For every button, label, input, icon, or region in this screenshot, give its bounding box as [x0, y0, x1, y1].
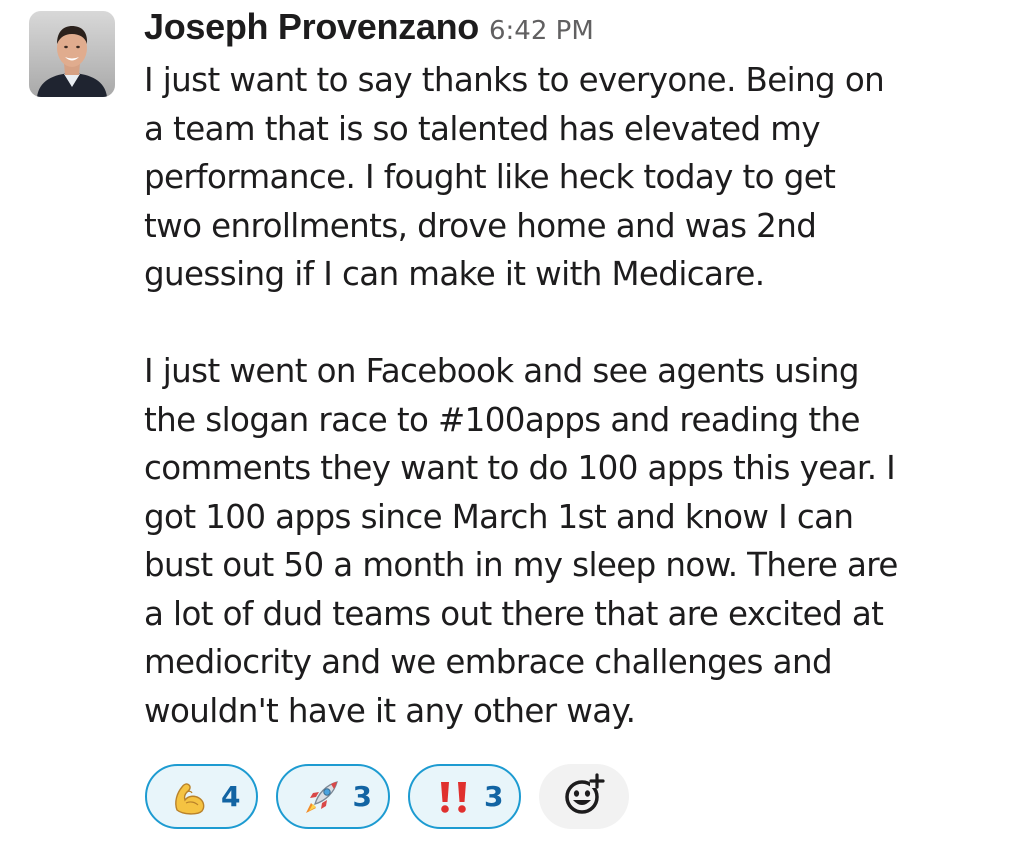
message-content: Joseph Provenzano 6:42 PM I just want to… — [144, 6, 1014, 735]
flexed-biceps-icon — [171, 777, 211, 817]
message-line: performance. I fought like heck today to… — [144, 158, 836, 196]
message-paragraph: I just went on Facebook and see agents u… — [144, 347, 1014, 735]
add-reaction-icon — [561, 772, 607, 822]
reaction-rocket[interactable]: 3 — [276, 764, 390, 829]
rocket-icon — [302, 777, 342, 817]
sender-name[interactable]: Joseph Provenzano — [144, 6, 479, 48]
reaction-count: 4 — [221, 780, 241, 813]
message-line: bust out 50 a month in my sleep now. The… — [144, 546, 898, 584]
avatar[interactable] — [29, 11, 115, 97]
reaction-flexed-biceps[interactable]: 4 — [145, 764, 259, 829]
message-line: wouldn't have it any other way. — [144, 691, 636, 730]
chat-message: Joseph Provenzano 6:42 PM I just want to… — [0, 0, 1024, 852]
message-line: a lot of dud teams out there that are ex… — [144, 594, 884, 633]
message-line: guessing if I can make it with Medicare. — [144, 255, 765, 293]
reaction-double-exclamation[interactable]: 3 — [407, 764, 522, 829]
message-paragraph: I just want to say thanks to everyone. B… — [144, 56, 1014, 299]
reaction-count: 3 — [483, 780, 504, 813]
message-line: I just went on Facebook and see agents u… — [144, 352, 860, 390]
message-line: the slogan race to #100apps and reading … — [144, 400, 861, 439]
message-timestamp[interactable]: 6:42 PM — [489, 16, 594, 46]
message-body: I just want to say thanks to everyone. B… — [144, 56, 1014, 735]
reaction-bar: 4 3 3 — [145, 764, 630, 829]
message-line: comments they want to do 100 apps this y… — [144, 449, 896, 487]
message-line: mediocrity and we embrace challenges and — [144, 643, 833, 681]
message-line: a team that is so talented has elevated … — [144, 109, 821, 148]
message-line: I just want to say thanks to everyone. B… — [144, 61, 885, 99]
reaction-count: 3 — [352, 780, 372, 813]
message-line: got 100 apps since March 1st and know I … — [144, 497, 854, 536]
double-exclamation-icon — [434, 777, 474, 817]
user-photo — [29, 11, 115, 97]
add-reaction-button[interactable] — [539, 764, 630, 829]
message-line: two enrollments, drove home and was 2nd — [144, 206, 817, 245]
message-header: Joseph Provenzano 6:42 PM — [144, 6, 1014, 56]
